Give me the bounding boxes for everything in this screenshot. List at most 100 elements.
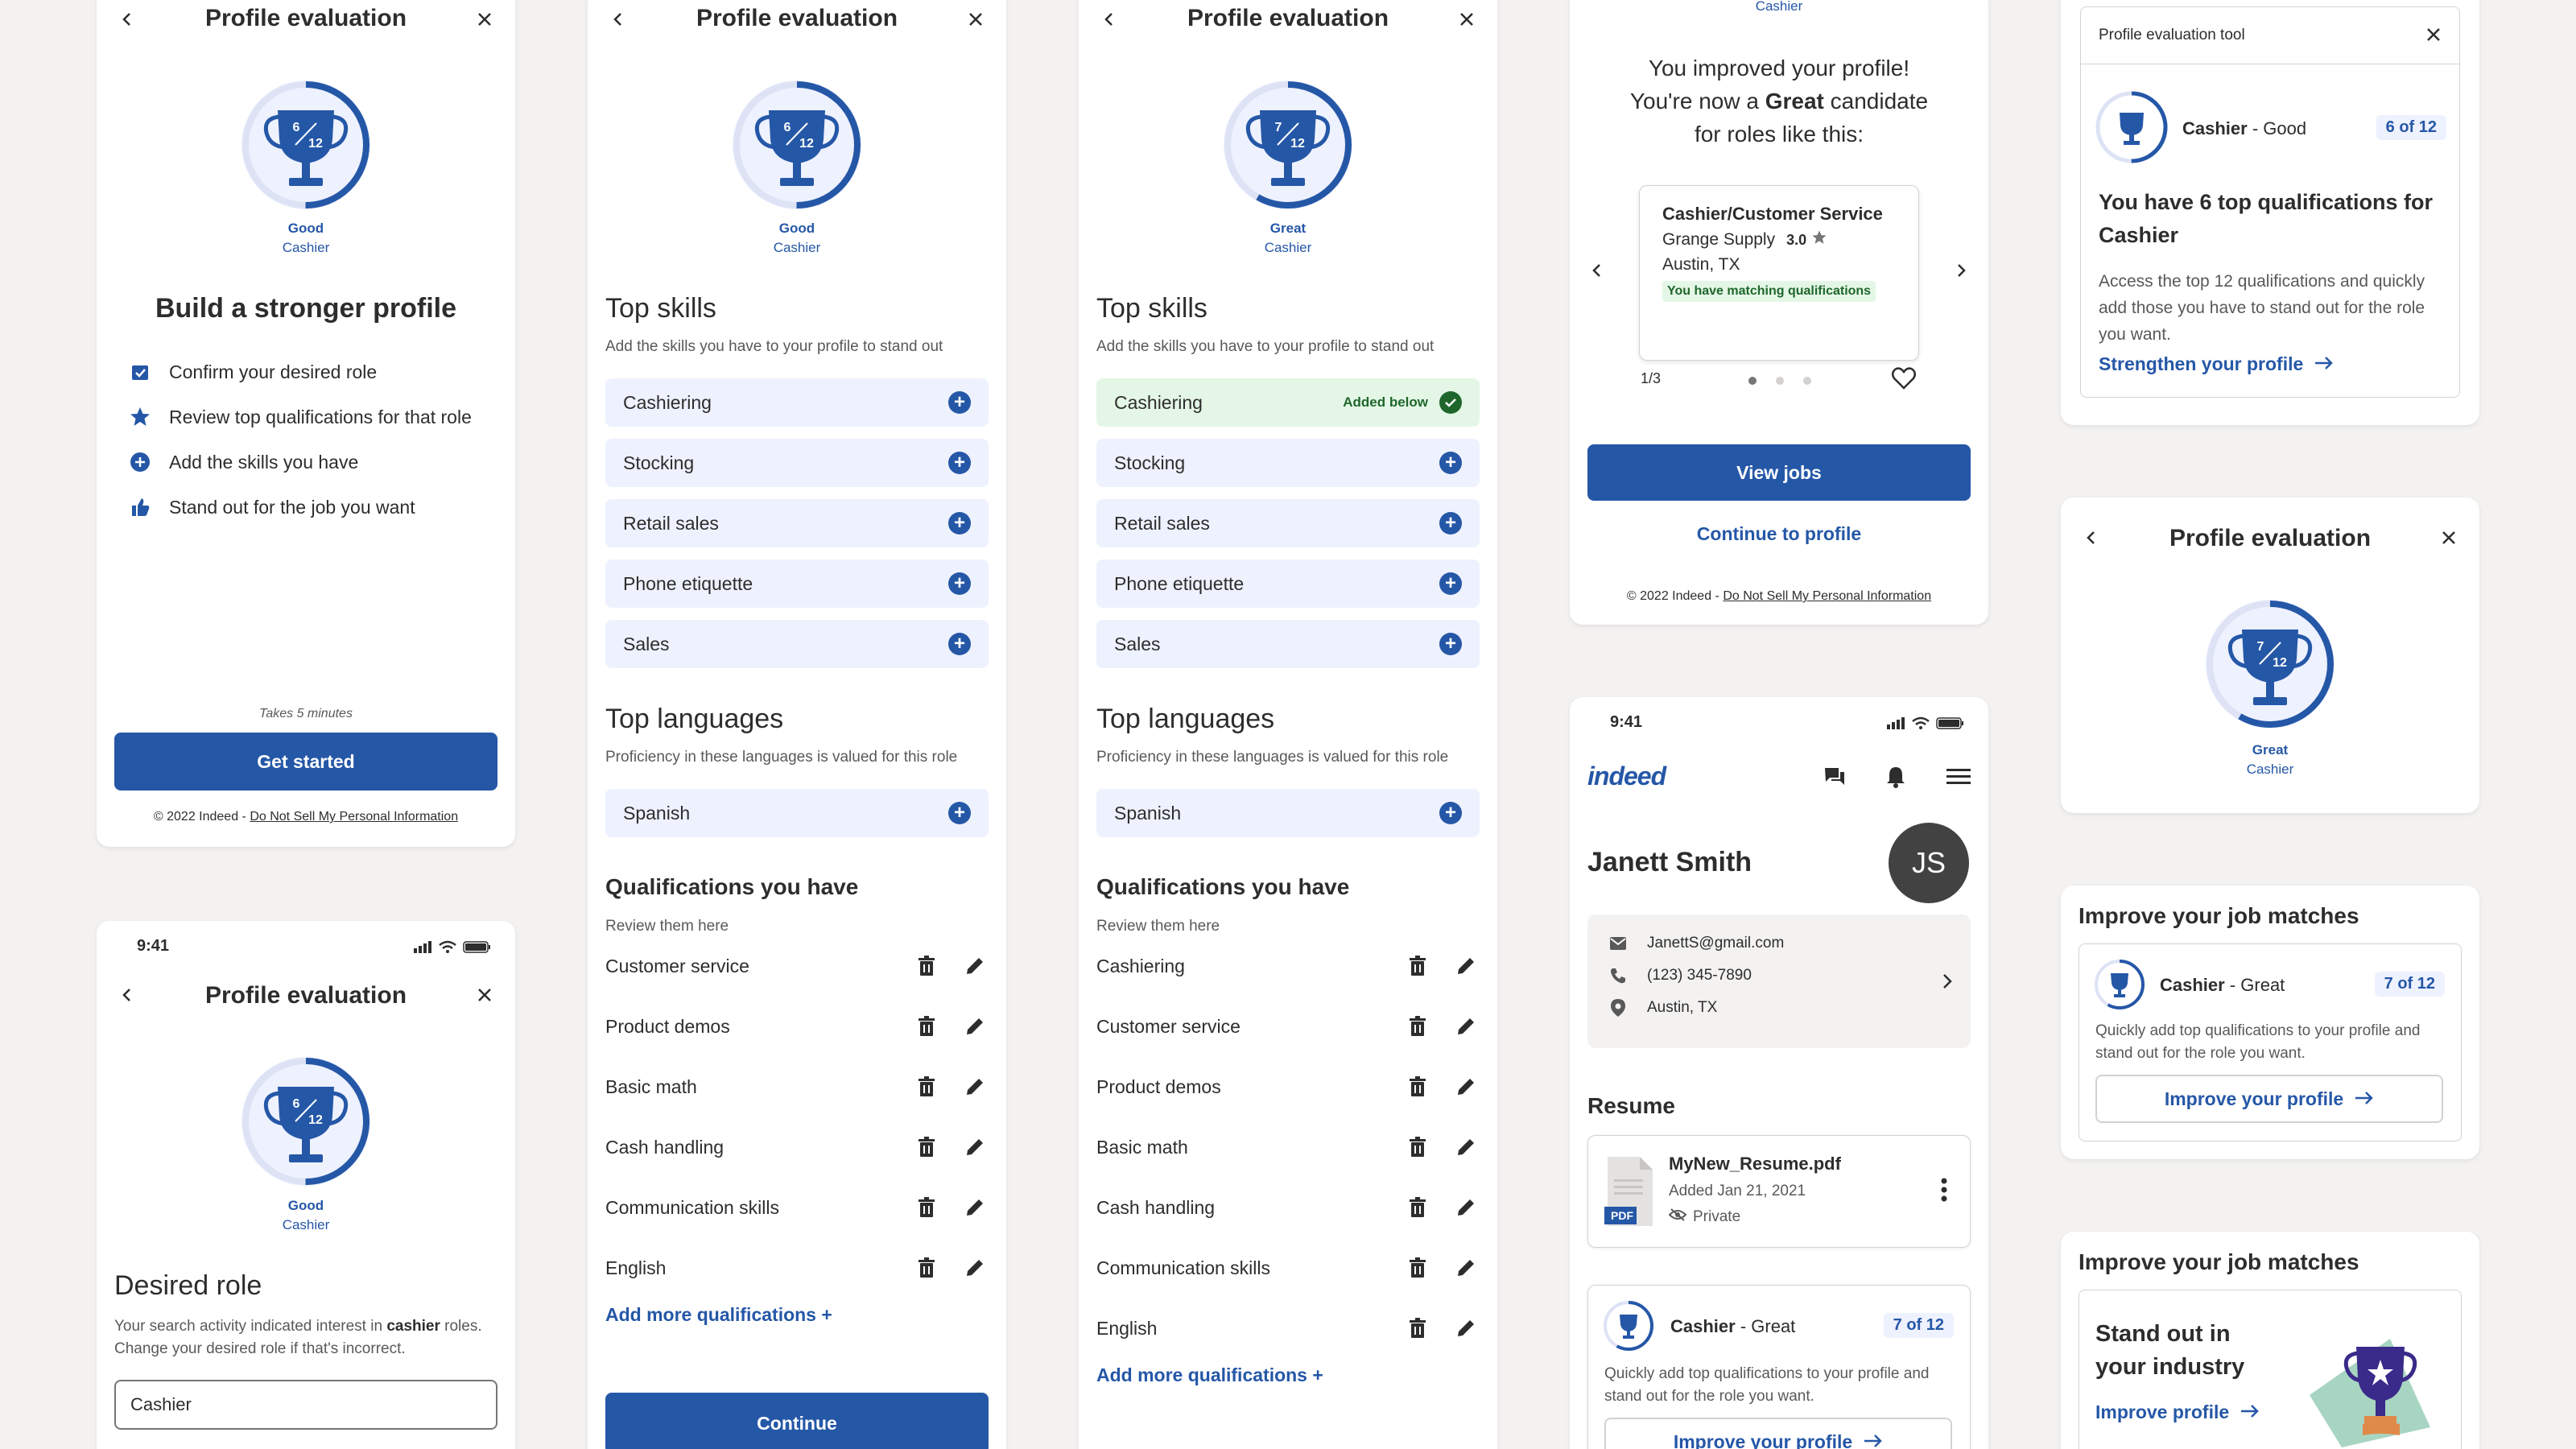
step-review-quals: Review top qualifications for that role <box>127 404 472 430</box>
contact-info-panel[interactable]: JanettS@gmail.com (123) 345-7890 Austin,… <box>1587 914 1971 1048</box>
quals-title: Qualifications you have <box>605 874 859 899</box>
add-icon[interactable]: + <box>948 391 971 414</box>
edit-pencil-icon[interactable] <box>1454 1135 1478 1159</box>
add-icon[interactable]: + <box>948 572 971 595</box>
add-icon[interactable]: + <box>948 512 971 535</box>
trash-icon[interactable] <box>1406 954 1430 978</box>
trash-icon[interactable] <box>1406 1135 1430 1159</box>
add-more-qualifications-link[interactable]: Add more qualifications + <box>605 1304 832 1326</box>
continue-to-profile-link[interactable]: Continue to profile <box>1570 523 1988 545</box>
menu-icon[interactable] <box>1946 766 1971 791</box>
privacy-link[interactable]: Do Not Sell My Personal Information <box>250 810 458 824</box>
edit-pencil-icon[interactable] <box>1454 1316 1478 1340</box>
trash-icon[interactable] <box>1406 1316 1430 1340</box>
add-icon[interactable]: + <box>1439 802 1462 824</box>
trash-icon[interactable] <box>914 1195 939 1220</box>
add-icon[interactable]: + <box>948 633 971 655</box>
skill-chip[interactable]: Stocking + <box>605 439 989 487</box>
trophy-progress: 612 <box>237 76 374 213</box>
improve-profile-button[interactable]: Improve your profile <box>2095 1075 2443 1123</box>
add-icon[interactable]: + <box>1439 512 1462 535</box>
improve-profile-button[interactable]: Improve your profile <box>1604 1418 1952 1449</box>
edit-pencil-icon[interactable] <box>1454 1256 1478 1280</box>
job-card[interactable]: Cashier/Customer Service Grange Supply 3… <box>1639 185 1919 361</box>
close-icon[interactable] <box>469 3 501 35</box>
desired-role-input[interactable]: Cashier <box>114 1380 497 1430</box>
clipboard-check-icon <box>127 359 153 385</box>
edit-pencil-icon[interactable] <box>1454 1195 1478 1220</box>
eval-title: Cashier - Good <box>2182 118 2306 139</box>
skill-chip-added[interactable]: Cashiering Added below <box>1096 378 1480 427</box>
resume-file-card[interactable]: PDF MyNew_Resume.pdf Added Jan 21, 2021 … <box>1587 1135 1971 1248</box>
file-date: Added Jan 21, 2021 <box>1669 1183 1806 1199</box>
message-line: You're now a Great candidate <box>1570 85 1988 118</box>
add-icon[interactable]: + <box>1439 452 1462 474</box>
edit-pencil-icon[interactable] <box>1454 1075 1478 1099</box>
heart-icon[interactable] <box>1892 367 1916 394</box>
trash-icon[interactable] <box>914 1256 939 1280</box>
indeed-logo[interactable]: indeed <box>1587 762 1666 791</box>
eye-off-icon <box>1668 1208 1687 1226</box>
close-icon[interactable] <box>2424 25 2443 48</box>
profile-eval-card[interactable]: Cashier - Great 7 of 12 Quickly add top … <box>1587 1285 1971 1449</box>
notifications-bell-icon[interactable] <box>1884 765 1908 793</box>
trash-icon[interactable] <box>1406 1195 1430 1220</box>
skill-chip[interactable]: Sales + <box>1096 620 1480 668</box>
close-icon[interactable] <box>1451 3 1483 35</box>
edit-pencil-icon[interactable] <box>1454 954 1478 978</box>
add-icon[interactable]: + <box>1439 633 1462 655</box>
carousel-next-icon[interactable] <box>1945 254 1977 287</box>
close-icon[interactable] <box>960 3 992 35</box>
trash-icon[interactable] <box>1406 1014 1430 1038</box>
edit-pencil-icon[interactable] <box>963 1195 987 1220</box>
edit-pencil-icon[interactable] <box>1454 1014 1478 1038</box>
add-icon[interactable]: + <box>948 452 971 474</box>
improve-profile-link[interactable]: Improve profile <box>2095 1402 2260 1423</box>
languages-subtitle: Proficiency in these languages is valued… <box>605 749 958 766</box>
card-title: Improve your job matches <box>2079 1249 2359 1274</box>
chevron-right-icon[interactable] <box>1942 972 1953 994</box>
trash-icon[interactable] <box>914 1135 939 1159</box>
skill-chip[interactable]: Stocking + <box>1096 439 1480 487</box>
stand-out-card: Improve your job matches Stand out in yo… <box>2061 1232 2479 1449</box>
edit-pencil-icon[interactable] <box>963 954 987 978</box>
more-options-icon[interactable] <box>1941 1178 1947 1206</box>
promo-panel[interactable]: Stand out in your industry Improve profi… <box>2079 1290 2462 1449</box>
tool-description: Access the top 12 qualifications and qui… <box>2099 272 2425 344</box>
skill-chip[interactable]: Retail sales + <box>1096 499 1480 547</box>
carousel-prev-icon[interactable] <box>1581 254 1613 287</box>
add-icon[interactable]: + <box>1439 572 1462 595</box>
eval-panel[interactable]: Cashier - Great 7 of 12 Quickly add top … <box>2079 943 2462 1141</box>
language-chip[interactable]: Spanish + <box>605 789 989 837</box>
get-started-button[interactable]: Get started <box>114 733 497 791</box>
messages-icon[interactable] <box>1823 765 1847 793</box>
view-jobs-button[interactable]: View jobs <box>1587 444 1971 501</box>
skill-chip[interactable]: Phone etiquette + <box>1096 559 1480 608</box>
trash-icon[interactable] <box>1406 1256 1430 1280</box>
continue-button[interactable]: Continue <box>605 1393 989 1449</box>
trash-icon[interactable] <box>914 1014 939 1038</box>
privacy-link[interactable]: Do Not Sell My Personal Information <box>1723 589 1931 603</box>
add-more-qualifications-link[interactable]: Add more qualifications + <box>1096 1364 1323 1386</box>
trash-icon[interactable] <box>914 954 939 978</box>
message-text: candidate <box>1823 89 1929 114</box>
edit-pencil-icon[interactable] <box>963 1014 987 1038</box>
edit-pencil-icon[interactable] <box>963 1135 987 1159</box>
top-role-label: Cashier <box>1755 0 1803 14</box>
trash-icon[interactable] <box>1406 1075 1430 1099</box>
trash-icon[interactable] <box>914 1075 939 1099</box>
arrow-right-icon <box>1864 1431 1883 1449</box>
skill-chip[interactable]: Cashiering + <box>605 378 989 427</box>
page-title: Profile evaluation <box>204 982 407 1009</box>
add-icon[interactable]: + <box>948 802 971 824</box>
skill-chip[interactable]: Sales + <box>605 620 989 668</box>
edit-pencil-icon[interactable] <box>963 1075 987 1099</box>
close-icon[interactable] <box>2433 522 2465 554</box>
language-chip[interactable]: Spanish + <box>1096 789 1480 837</box>
strengthen-profile-link[interactable]: Strengthen your profile <box>2099 353 2334 375</box>
close-icon[interactable] <box>469 979 501 1011</box>
skill-chip[interactable]: Phone etiquette + <box>605 559 989 608</box>
skill-chip[interactable]: Retail sales + <box>605 499 989 547</box>
edit-pencil-icon[interactable] <box>963 1256 987 1280</box>
message-text: You're now a <box>1629 89 1765 114</box>
